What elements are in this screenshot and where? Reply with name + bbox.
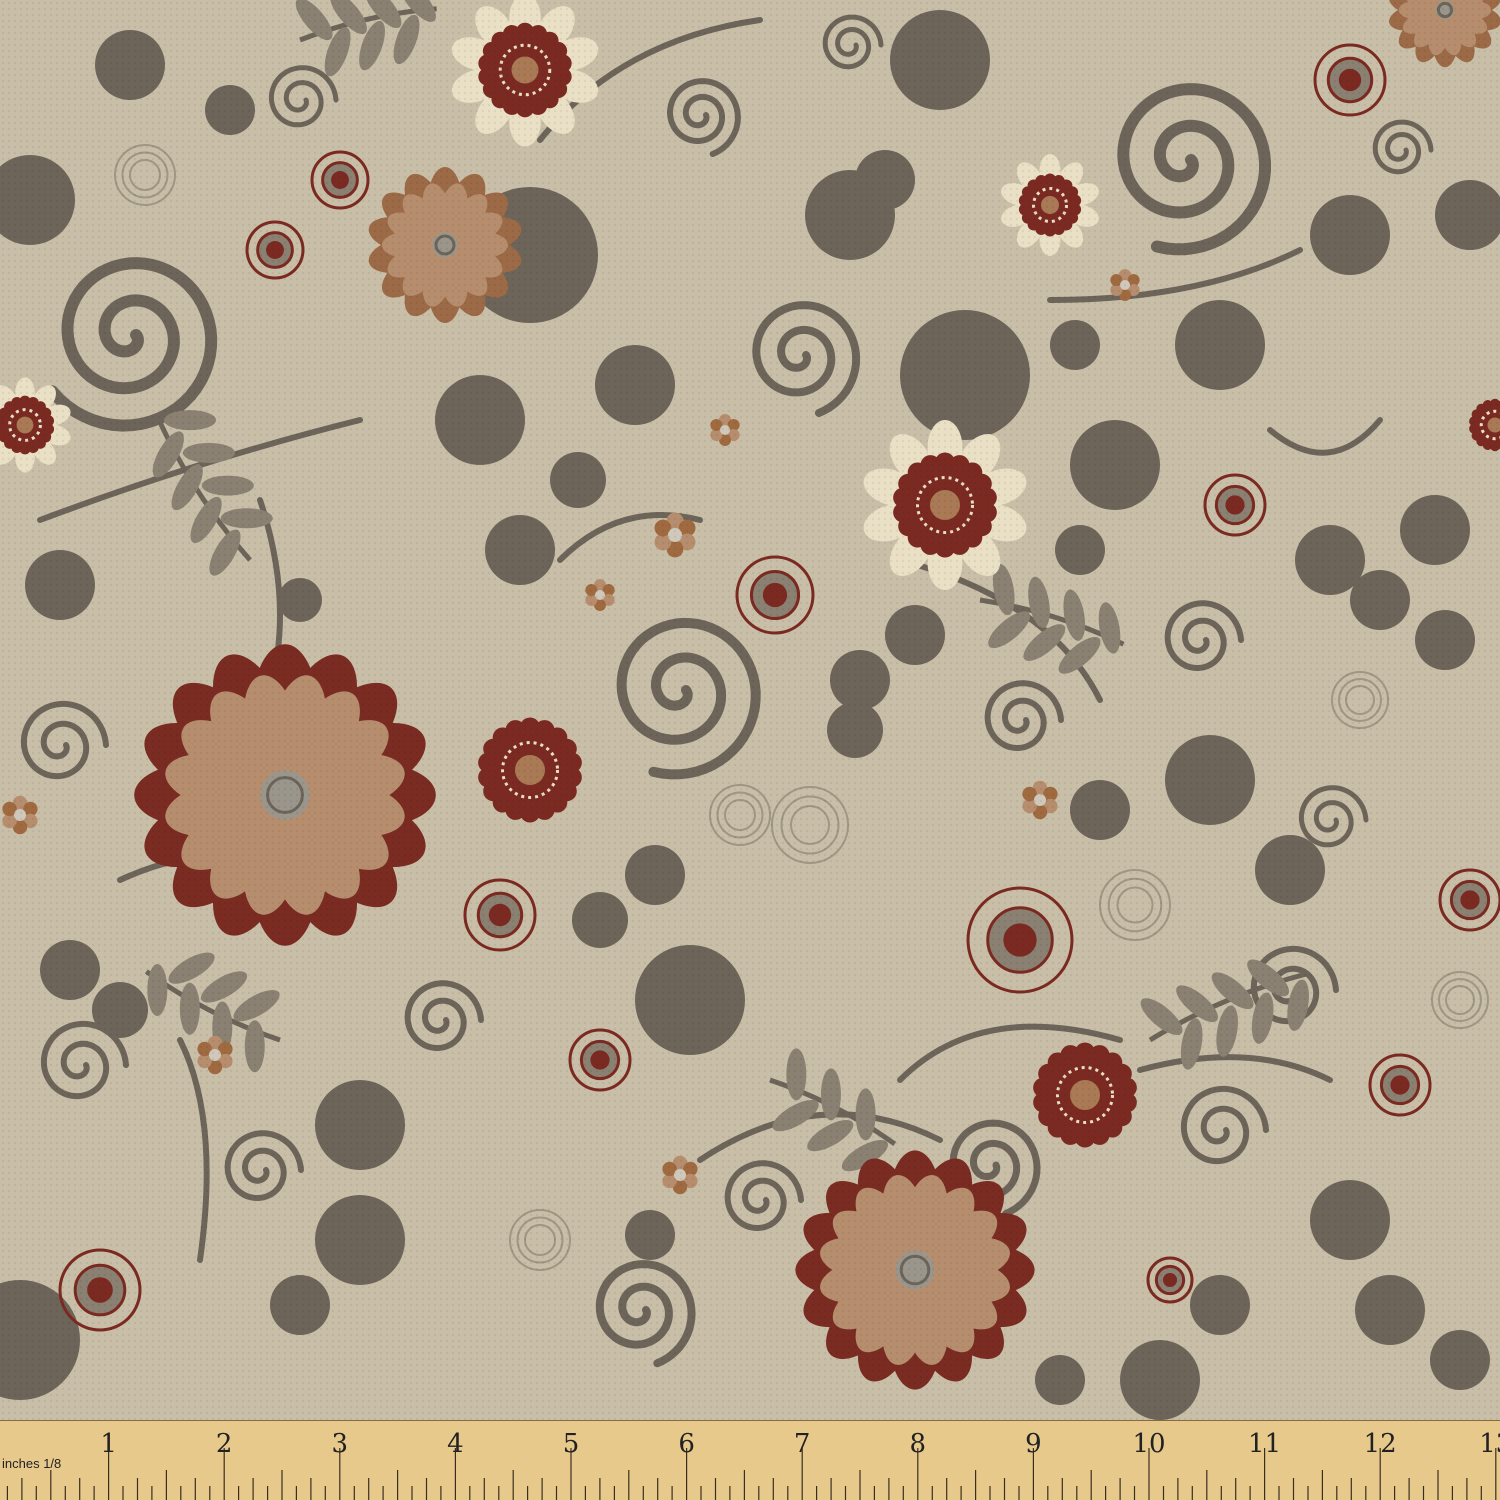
ruler-number: 10 [1132, 1429, 1165, 1459]
product-image: 12345678910111213 inches 1/8 [0, 0, 1500, 1500]
floral-fabric-pattern [0, 0, 1500, 1420]
ruler-number: 7 [794, 1429, 811, 1459]
ruler-number: 11 [1248, 1429, 1281, 1459]
ruler-number: 13 [1479, 1429, 1500, 1459]
ruler-number: 4 [447, 1429, 464, 1459]
ruler-number: 6 [678, 1429, 695, 1459]
ruler-number: 2 [216, 1429, 233, 1459]
ruler-number: 12 [1364, 1429, 1397, 1459]
ruler-number: 3 [332, 1429, 349, 1459]
ruler-number: 9 [1025, 1429, 1042, 1459]
measuring-ruler: 12345678910111213 inches 1/8 [0, 1420, 1500, 1500]
ruler-number: 1 [100, 1429, 117, 1459]
ruler-number: 8 [910, 1429, 927, 1459]
fabric-weave-texture [0, 0, 1500, 1420]
ruler-unit-label: inches 1/8 [2, 1456, 61, 1471]
ruler-number: 5 [563, 1429, 580, 1459]
